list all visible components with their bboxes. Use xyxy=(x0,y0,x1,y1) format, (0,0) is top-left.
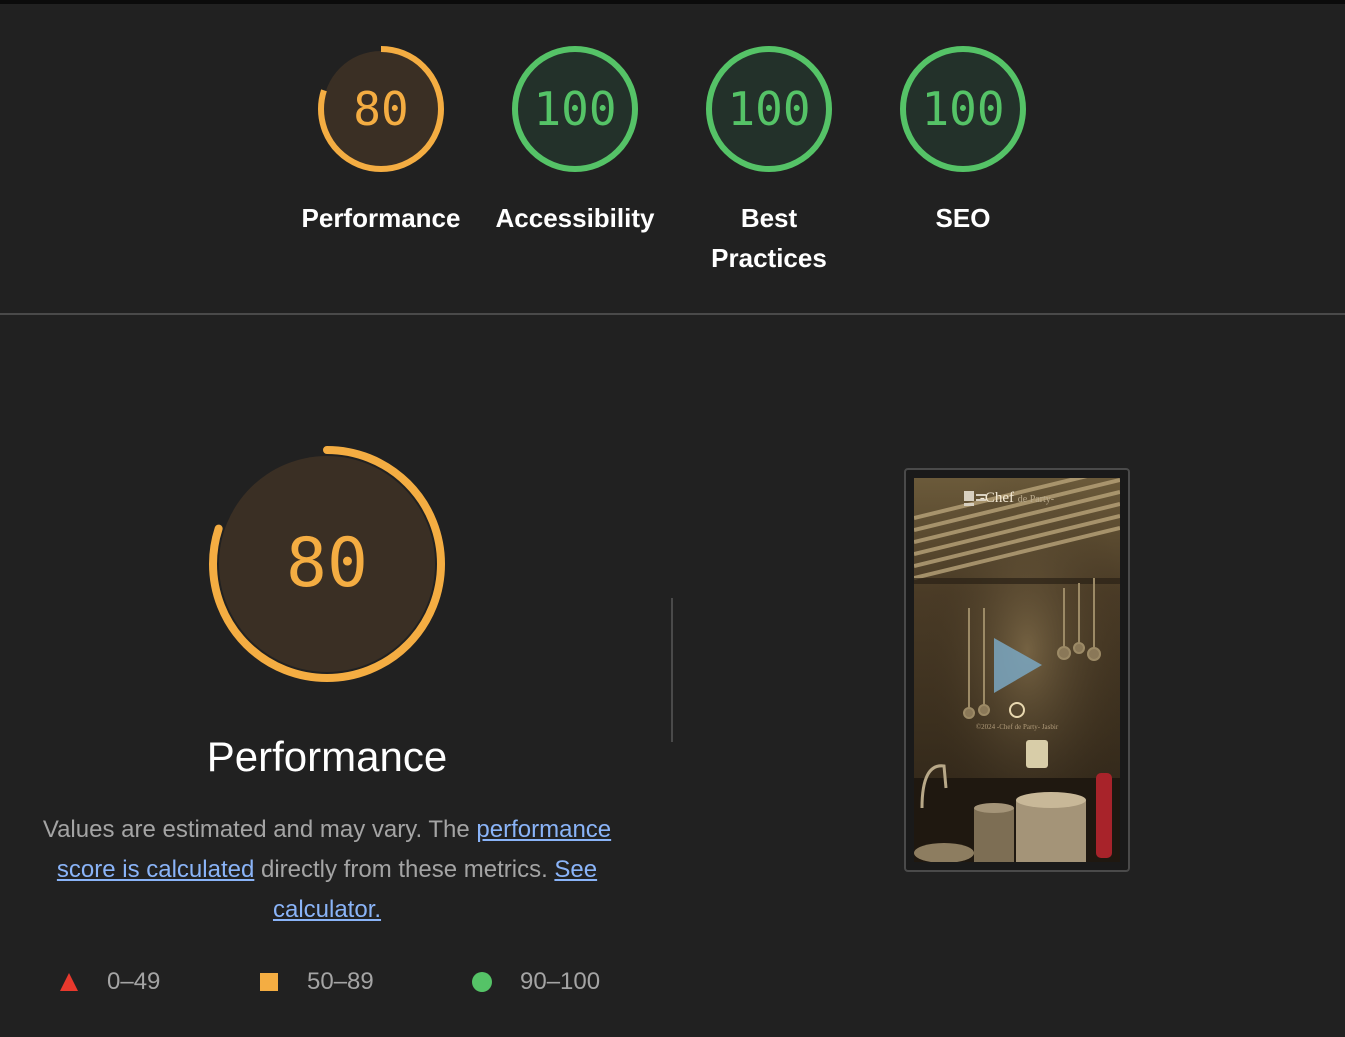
screenshot-footer: ©2024 -Chef de Party- Jasbir xyxy=(975,723,1059,731)
screenshot-image: -Chef de Party- ©2024 -Chef de Party- Ja… xyxy=(914,478,1120,862)
performance-title: Performance xyxy=(206,733,448,780)
gauge-best-practices-label: Best Practices xyxy=(711,203,827,273)
gauge-seo[interactable]: 100 SEO xyxy=(873,44,1053,238)
gauge-seo-label: SEO xyxy=(935,203,991,233)
vertical-divider xyxy=(671,598,673,742)
kitchen-scene-image xyxy=(914,478,1120,862)
gauge-performance-label: Performance xyxy=(301,203,461,233)
screenshot-brand-main: -Chef xyxy=(979,490,1014,506)
header-divider xyxy=(0,313,1345,315)
legend-fail: 0–49 xyxy=(59,965,160,999)
legend-average: 50–89 xyxy=(259,965,374,999)
gauge-performance-score: 80 xyxy=(353,82,409,136)
legend-average-range: 50–89 xyxy=(307,968,374,995)
triangle-icon xyxy=(60,973,78,991)
performance-description: Values are estimated and may vary. The p… xyxy=(27,810,627,930)
gauge-accessibility-label: Accessibility xyxy=(495,203,655,233)
legend-pass: 90–100 xyxy=(472,965,600,999)
gauge-best-practices[interactable]: 100 Best Practices xyxy=(679,44,859,278)
gauge-best-practices-score: 100 xyxy=(727,82,811,136)
performance-score: 80 xyxy=(286,524,368,603)
circle-icon xyxy=(472,972,492,992)
gauge-accessibility[interactable]: 100 Accessibility xyxy=(485,44,665,238)
screenshot-brand-small: de Party- xyxy=(1017,494,1055,505)
gauge-performance[interactable]: 80 Performance xyxy=(291,44,471,238)
square-icon xyxy=(260,973,278,991)
scores-header: 80 Performance 100 Accessibility 100 Bes… xyxy=(0,4,1345,313)
gauge-seo-score: 100 xyxy=(921,82,1005,136)
legend-fail-range: 0–49 xyxy=(107,968,161,995)
legend-pass-range: 90–100 xyxy=(520,968,601,995)
description-text-1: Values are estimated and may vary. The xyxy=(42,816,477,843)
screenshot-brand: -Chef de Party- xyxy=(914,490,1120,507)
gauge-accessibility-score: 100 xyxy=(533,82,617,136)
final-screenshot[interactable]: -Chef de Party- ©2024 -Chef de Party- Ja… xyxy=(904,468,1130,872)
description-text-2: directly from these metrics. xyxy=(254,856,555,883)
